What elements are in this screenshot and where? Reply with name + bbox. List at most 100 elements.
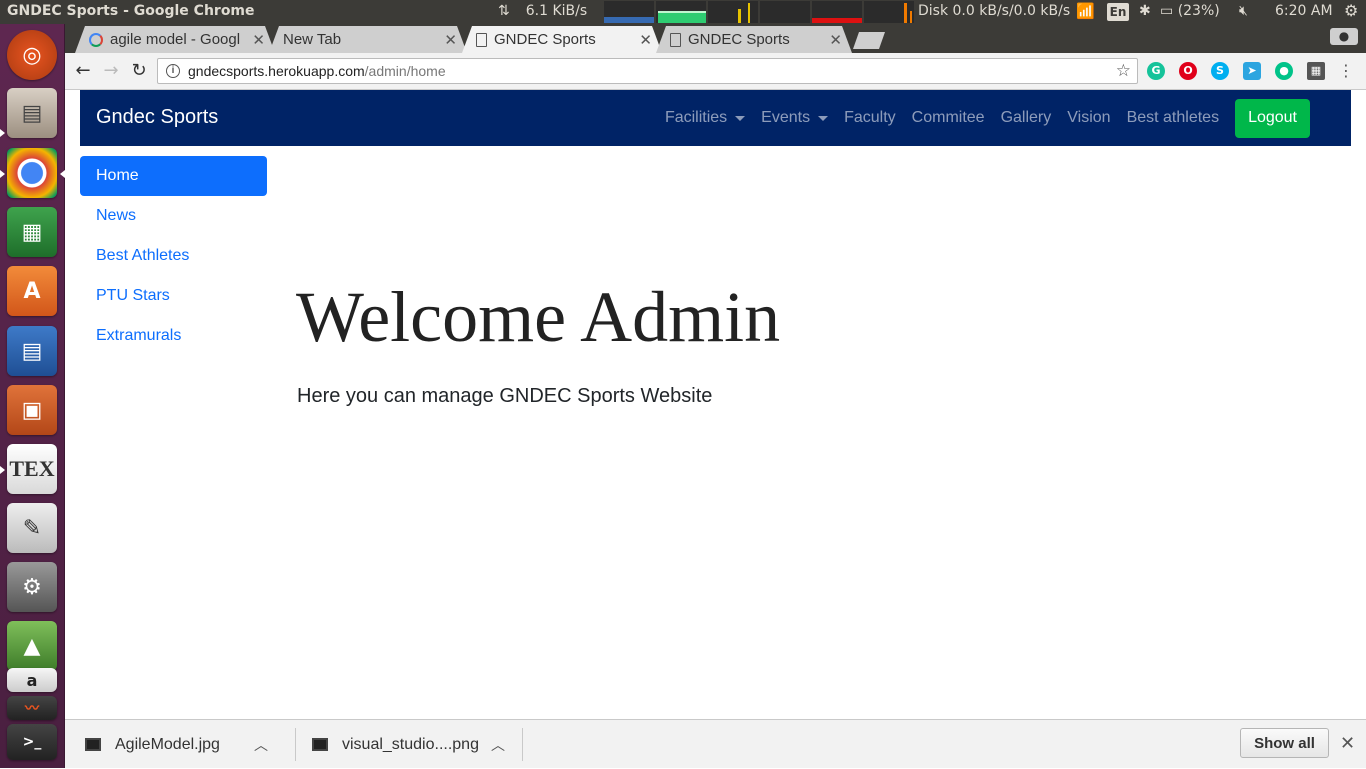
tab-agile-model[interactable]: agile model - Googl ✕ <box>75 26 275 53</box>
download-filename: visual_studio....png <box>342 735 479 753</box>
chevron-up-icon[interactable]: ︿ <box>491 735 505 755</box>
reload-icon[interactable]: ↻ <box>127 59 151 83</box>
image-file-icon <box>85 738 101 751</box>
amazon-icon[interactable]: a <box>7 668 57 692</box>
chrome-menu-icon[interactable]: ⋮ <box>1338 61 1354 80</box>
sidebar-item-best-athletes[interactable]: Best Athletes <box>80 236 267 276</box>
tab-label: GNDEC Sports <box>494 31 596 48</box>
clock[interactable]: 6:20 AM <box>1275 3 1333 19</box>
running-indicator <box>0 170 5 178</box>
network-graph <box>708 1 758 23</box>
extension-puzzle-icon[interactable]: ▦ <box>1307 62 1325 80</box>
tab-strip: agile model - Googl ✕ New Tab ✕ GNDEC Sp… <box>65 24 1366 53</box>
logout-button[interactable]: Logout <box>1235 98 1310 138</box>
battery-indicator[interactable]: ▭ (23%) <box>1160 3 1220 19</box>
page-subtitle: Here you can manage GNDEC Sports Website <box>297 385 713 407</box>
forward-arrow-icon[interactable]: → <box>99 59 123 83</box>
profile-icon[interactable]: ● <box>1330 28 1358 45</box>
skype-icon[interactable]: S <box>1211 62 1229 80</box>
tab-label: GNDEC Sports <box>688 31 790 48</box>
chevron-up-icon[interactable]: ︿ <box>254 735 268 755</box>
tab-label: New Tab <box>283 31 342 48</box>
battery-icon: ▭ <box>1160 3 1174 19</box>
divider <box>295 728 296 761</box>
page-icon <box>476 33 487 47</box>
texmaker-icon[interactable]: TEX <box>7 444 57 494</box>
close-icon[interactable]: ✕ <box>252 31 265 49</box>
calc-icon[interactable]: ▦ <box>7 207 57 257</box>
image-file-icon <box>312 738 328 751</box>
nav-links: Facilities Events Faculty Commitee Galle… <box>657 90 1351 146</box>
android-studio-icon[interactable]: ▲ <box>7 621 57 671</box>
software-center-icon[interactable]: A <box>7 266 57 316</box>
sidebar-item-extramurals[interactable]: Extramurals <box>80 316 267 356</box>
telegram-icon[interactable]: ➤ <box>1243 62 1261 80</box>
nav-commitee[interactable]: Commitee <box>904 109 993 127</box>
sidebar-item-news[interactable]: News <box>80 196 267 236</box>
tab-gndec-sports[interactable]: GNDEC Sports ✕ <box>656 26 852 53</box>
grammarly-icon[interactable]: G <box>1147 62 1165 80</box>
caret-down-icon <box>735 115 746 121</box>
tab-new-tab[interactable]: New Tab ✕ <box>269 26 467 53</box>
net-speed: 6.1 KiB/s <box>525 3 588 19</box>
net-indicator[interactable]: ⇅ 6.1 KiB/s <box>498 3 587 19</box>
impress-icon[interactable]: ▣ <box>7 385 57 435</box>
tab-label: agile model - Googl <box>110 31 241 48</box>
info-icon[interactable]: i <box>166 64 180 78</box>
close-icon[interactable]: ✕ <box>1340 733 1355 754</box>
google-icon <box>89 33 103 47</box>
close-icon[interactable]: ✕ <box>444 31 457 49</box>
system-load-graphs[interactable] <box>604 1 914 23</box>
network-arrows-icon: ⇅ <box>498 3 510 19</box>
nav-best-athletes[interactable]: Best athletes <box>1119 109 1228 127</box>
opera-icon[interactable]: O <box>1179 62 1197 80</box>
back-arrow-icon[interactable]: ← <box>71 59 95 83</box>
ubuntu-dash-icon[interactable]: ◎ <box>7 30 57 80</box>
bookmark-star-icon[interactable]: ☆ <box>1116 61 1131 81</box>
nav-label: Facilities <box>664 109 728 126</box>
system-settings-icon[interactable]: ⚙ <box>7 562 57 612</box>
close-icon[interactable]: ✕ <box>639 31 652 49</box>
session-gear-icon[interactable]: ⚙ <box>1344 1 1358 20</box>
writer-icon[interactable]: ▤ <box>7 326 57 376</box>
terminal-icon[interactable]: >_ <box>7 724 57 760</box>
download-item[interactable]: AgileModel.jpg ︿ <box>85 720 268 769</box>
keyboard-layout-indicator[interactable]: En <box>1107 3 1129 21</box>
system-monitor-icon[interactable]: 〰 <box>7 696 57 720</box>
url-host: gndecsports.herokuapp.com <box>188 63 365 79</box>
battery-percent: (23%) <box>1177 3 1220 19</box>
page-title: Welcome Admin <box>296 277 781 357</box>
files-icon[interactable]: ▤ <box>7 88 57 138</box>
show-all-button[interactable]: Show all <box>1240 728 1329 758</box>
admin-sidebar: Home News Best Athletes PTU Stars Extram… <box>80 156 267 356</box>
download-filename: AgileModel.jpg <box>115 735 220 753</box>
nav-events-dropdown[interactable]: Events <box>753 109 836 127</box>
tab-gndec-sports-active[interactable]: GNDEC Sports ✕ <box>462 26 662 53</box>
new-tab-button[interactable] <box>853 32 885 49</box>
close-icon[interactable]: ✕ <box>829 31 842 49</box>
chrome-icon[interactable] <box>7 148 57 198</box>
running-indicator <box>0 129 5 137</box>
site-navbar: Gndec Sports Facilities Events Faculty C… <box>80 90 1351 146</box>
volume-muted-icon[interactable]: 🔇︎ <box>1239 3 1248 19</box>
disk-indicator[interactable]: Disk 0.0 kB/s/0.0 kB/s <box>918 3 1070 19</box>
sidebar-item-home[interactable]: Home <box>80 156 267 196</box>
load-graph <box>812 1 862 23</box>
nav-gallery[interactable]: Gallery <box>993 109 1060 127</box>
running-indicator <box>0 466 5 474</box>
address-bar[interactable]: i gndecsports.herokuapp.com/admin/home ☆ <box>157 58 1138 84</box>
download-item[interactable]: visual_studio....png ︿ <box>312 720 505 769</box>
bluetooth-icon[interactable]: ✱ <box>1139 3 1151 19</box>
text-editor-icon[interactable]: ✎ <box>7 503 57 553</box>
nav-vision[interactable]: Vision <box>1059 109 1118 127</box>
chat-icon[interactable]: ● <box>1275 62 1293 80</box>
nav-faculty[interactable]: Faculty <box>836 109 904 127</box>
sidebar-item-ptu-stars[interactable]: PTU Stars <box>80 276 267 316</box>
window-title: GNDEC Sports - Google Chrome <box>7 3 255 19</box>
site-brand[interactable]: Gndec Sports <box>96 106 218 129</box>
wifi-icon[interactable]: 📶 <box>1076 2 1095 20</box>
nav-facilities-dropdown[interactable]: Facilities <box>657 109 753 127</box>
memory-graph <box>656 1 706 23</box>
nav-label: Events <box>761 109 811 126</box>
web-page: Gndec Sports Facilities Events Faculty C… <box>65 90 1366 719</box>
